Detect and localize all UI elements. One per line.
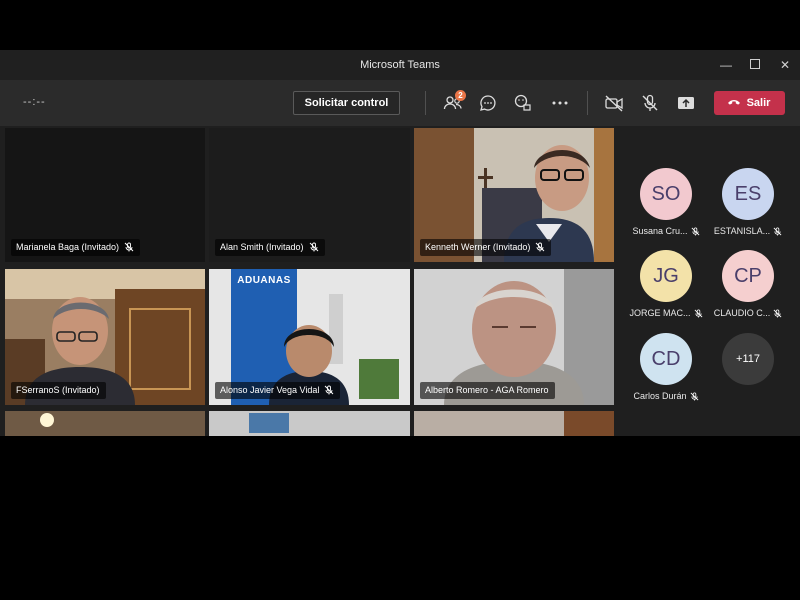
aduanas-banner-text: ADUANAS bbox=[237, 275, 291, 286]
video-tile[interactable] bbox=[209, 411, 410, 436]
roster-name: CLAUDIO C... bbox=[708, 308, 788, 318]
roster-person[interactable]: CD Carlos Durán bbox=[626, 333, 706, 401]
avatar: ES bbox=[722, 168, 774, 220]
roster-name: Susana Cru... bbox=[626, 226, 706, 236]
participant-label: Alonso Javier Vega Vidal bbox=[215, 382, 341, 399]
participant-label: FSerranoS (Invitado) bbox=[11, 382, 106, 399]
toolbar-divider bbox=[425, 91, 426, 115]
mic-off-icon bbox=[536, 242, 545, 252]
request-control-button[interactable]: Solicitar control bbox=[293, 91, 400, 115]
share-screen-icon[interactable] bbox=[676, 93, 696, 113]
mic-off-icon bbox=[694, 309, 702, 318]
leave-label: Salir bbox=[746, 97, 771, 109]
mic-off-icon bbox=[325, 385, 334, 395]
mic-off-icon[interactable] bbox=[640, 93, 660, 113]
video-grid: Marianela Baga (Invitado) Alan Smith (In… bbox=[0, 126, 615, 436]
roster-name: Carlos Durán bbox=[626, 391, 706, 401]
close-icon[interactable]: ✕ bbox=[776, 56, 794, 74]
roster-person[interactable]: SO Susana Cru... bbox=[626, 168, 706, 236]
mic-off-icon bbox=[773, 227, 782, 236]
leave-button[interactable]: Salir bbox=[714, 91, 785, 115]
teams-window: Microsoft Teams — ✕ --:-- Solicitar cont… bbox=[0, 50, 800, 436]
ceiling-light bbox=[40, 413, 54, 427]
participant-label: Marianela Baga (Invitado) bbox=[11, 239, 141, 256]
more-participants-button[interactable]: +117 bbox=[722, 333, 774, 385]
window-title: Microsoft Teams bbox=[360, 59, 440, 71]
roster-name: ESTANISLA... bbox=[708, 226, 788, 236]
mic-off-icon bbox=[309, 242, 318, 252]
mic-off-icon bbox=[691, 227, 699, 236]
mic-off-icon bbox=[773, 309, 782, 318]
mic-off-icon bbox=[690, 392, 698, 401]
video-tile[interactable]: Marianela Baga (Invitado) bbox=[5, 128, 205, 262]
video-tile[interactable]: Kenneth Werner (Invitado) bbox=[414, 128, 614, 262]
participant-label: Alan Smith (Invitado) bbox=[215, 239, 325, 256]
roster-person[interactable]: CP CLAUDIO C... bbox=[708, 250, 788, 318]
participants-badge: 2 bbox=[455, 90, 466, 101]
minimize-icon[interactable]: — bbox=[717, 56, 735, 74]
background-furniture bbox=[564, 411, 614, 436]
wall-picture bbox=[249, 413, 289, 433]
participant-label: Kenneth Werner (Invitado) bbox=[420, 239, 552, 256]
video-tile[interactable] bbox=[414, 411, 614, 436]
video-tile[interactable]: Alan Smith (Invitado) bbox=[209, 128, 410, 262]
avatar: SO bbox=[640, 168, 692, 220]
video-tile[interactable] bbox=[5, 411, 205, 436]
avatar: JG bbox=[640, 250, 692, 302]
toolbar-divider bbox=[587, 91, 588, 115]
more-options-icon[interactable] bbox=[550, 93, 570, 113]
meeting-toolbar: --:-- Solicitar control 2 Salir bbox=[0, 80, 800, 126]
video-tile[interactable]: FSerranoS (Invitado) bbox=[5, 269, 205, 405]
maximize-icon[interactable] bbox=[746, 56, 764, 74]
chat-icon[interactable] bbox=[478, 93, 498, 113]
mic-off-icon bbox=[124, 242, 134, 252]
video-tile[interactable]: Alberto Romero - AGA Romero bbox=[414, 269, 614, 405]
participant-label: Alberto Romero - AGA Romero bbox=[420, 382, 555, 399]
reactions-icon[interactable] bbox=[513, 93, 533, 113]
meeting-timer: --:-- bbox=[23, 96, 46, 108]
roster-person[interactable]: ES ESTANISLA... bbox=[708, 168, 788, 236]
roster-name: JORGE MAC... bbox=[626, 308, 706, 318]
phone-hangup-icon bbox=[728, 100, 740, 105]
video-tile[interactable]: ADUANAS Alonso Javier Vega Vidal bbox=[209, 269, 410, 405]
camera-off-icon[interactable] bbox=[604, 93, 624, 113]
avatar: CP bbox=[722, 250, 774, 302]
title-bar: Microsoft Teams — ✕ bbox=[0, 50, 800, 80]
roster-person[interactable]: JG JORGE MAC... bbox=[626, 250, 706, 318]
avatar: CD bbox=[640, 333, 692, 385]
